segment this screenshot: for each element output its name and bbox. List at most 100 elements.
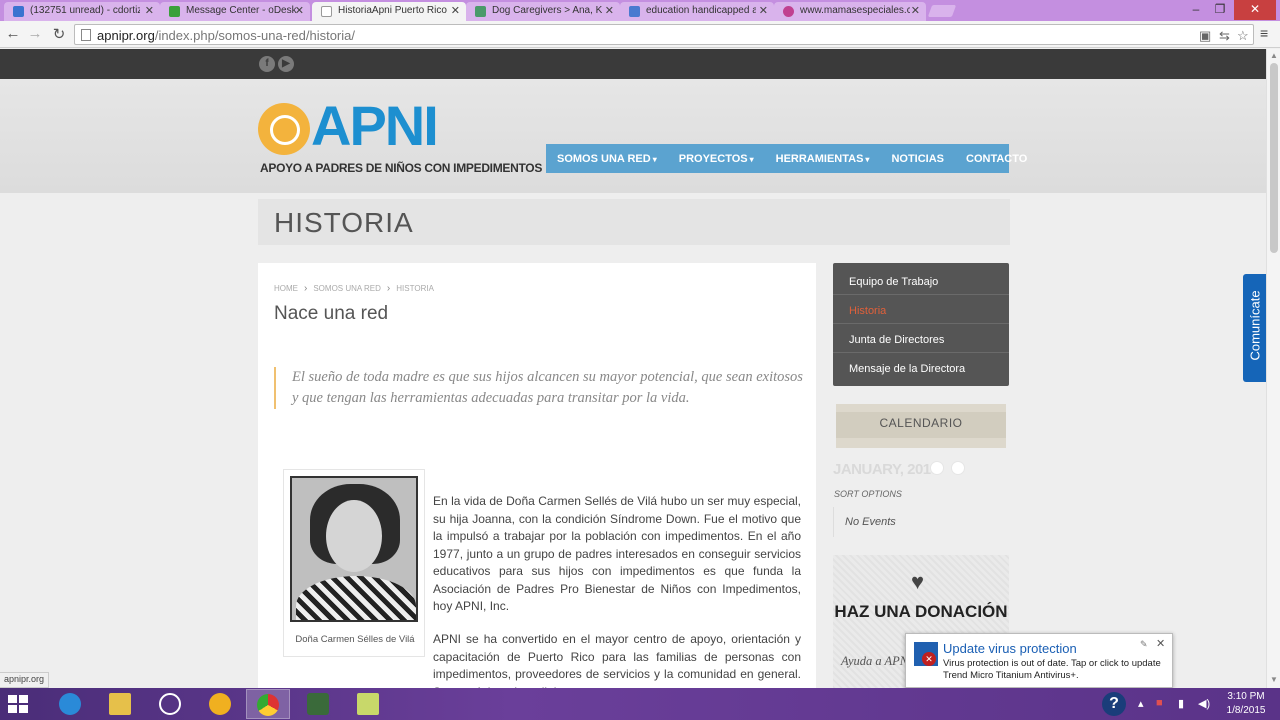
page-icon xyxy=(81,29,91,41)
hp-glyph xyxy=(159,693,181,715)
tab-label: (132751 unread) - cdortiz xyxy=(30,5,140,16)
chrome-icon[interactable] xyxy=(246,689,290,719)
calendar-next-button[interactable] xyxy=(951,461,965,475)
cloud-favicon-icon xyxy=(475,6,486,17)
breadcrumb-historia: HISTORIA xyxy=(396,284,434,293)
tab-label: Dog Caregivers > Ana, Ka xyxy=(492,5,602,16)
ie-glyph xyxy=(59,693,81,715)
antivirus-notification[interactable]: Update virus protection Virus protection… xyxy=(905,633,1173,696)
flower-app-icon[interactable] xyxy=(198,689,242,719)
calendar-month: JANUARY, 2015 xyxy=(833,461,939,478)
close-icon[interactable]: ✕ xyxy=(145,4,154,17)
photo-caption: Doña Carmen Sélles de Vilá xyxy=(295,634,415,645)
youtube-icon[interactable]: ▶ xyxy=(278,56,294,72)
photo-face xyxy=(326,500,382,572)
chevron-down-icon: ▾ xyxy=(652,154,657,164)
browser-tab[interactable]: Dog Caregivers > Ana, Ka ✕ xyxy=(466,2,620,21)
page-favicon-icon xyxy=(321,6,332,17)
browser-tab[interactable]: (132751 unread) - cdortiz ✕ xyxy=(4,2,160,21)
logo-mark-icon[interactable] xyxy=(258,103,310,155)
back-arrow-icon[interactable]: ← xyxy=(4,25,22,42)
paragraph: APNI se ha convertido en el mayor centro… xyxy=(433,632,801,688)
window-close-button[interactable]: ✕ xyxy=(1234,0,1276,20)
breadcrumb-home[interactable]: HOME xyxy=(274,284,298,293)
antivirus-tray-icon[interactable]: ■ xyxy=(1156,697,1163,720)
browser-menu-icon[interactable]: ≡ xyxy=(1260,25,1268,41)
tray-arrow-icon[interactable]: ▴ xyxy=(1138,697,1144,720)
reload-icon[interactable]: ↻ xyxy=(50,25,68,43)
browser-tab[interactable]: education handicapped a ✕ xyxy=(620,2,774,21)
close-icon[interactable]: ✕ xyxy=(451,4,460,17)
browser-tab[interactable]: www.mamasespeciales.co ✕ xyxy=(774,2,926,21)
submenu-item-junta[interactable]: Junta de Directores xyxy=(833,324,1009,353)
main-nav: SOMOS UNA RED ▾ PROYECTOS ▾ HERRAMIENTAS ▾ … xyxy=(546,144,1027,173)
url-host: apnipr.org xyxy=(97,28,155,43)
restore-button[interactable]: ❐ xyxy=(1208,0,1232,20)
close-icon[interactable]: ✕ xyxy=(605,4,614,17)
calendar-title: CALENDARIO xyxy=(879,416,963,430)
pin-icon[interactable]: ✎ xyxy=(1140,639,1148,650)
facebook-icon[interactable]: f xyxy=(259,56,275,72)
nav-item-noticias[interactable]: NOTICIAS xyxy=(880,153,955,165)
scroll-down-icon[interactable]: ▼ xyxy=(1270,675,1278,684)
close-icon[interactable]: ✕ xyxy=(911,4,920,17)
extension-icon[interactable]: ▣ xyxy=(1199,28,1211,44)
breadcrumb-somos-una-red[interactable]: SOMOS UNA RED xyxy=(313,284,381,293)
folder-glyph xyxy=(109,693,131,715)
notes-app-icon[interactable] xyxy=(346,689,390,719)
nav-label: HERRAMIENTAS xyxy=(775,152,864,165)
internet-explorer-icon[interactable] xyxy=(48,689,92,719)
url-path: /index.php/somos-una-red/historia/ xyxy=(154,28,355,43)
submenu-item-historia[interactable]: Historia xyxy=(833,295,1009,324)
heart-icon: ♥ xyxy=(911,569,925,594)
submenu-item-mensaje[interactable]: Mensaje de la Directora xyxy=(833,353,1009,382)
clock-date: 1/8/2015 xyxy=(1226,705,1266,716)
scroll-thumb[interactable] xyxy=(1270,63,1278,253)
url-text[interactable]: apnipr.org/index.php/somos-una-red/histo… xyxy=(97,28,355,43)
minimize-button[interactable]: – xyxy=(1184,0,1208,20)
taskbar-clock[interactable]: 3:10 PM 1/8/2015 xyxy=(1221,690,1271,718)
sort-options-link[interactable]: SORT OPTIONS xyxy=(834,489,902,499)
browser-tab-active[interactable]: HistoriaApni Puerto Rico ✕ xyxy=(312,2,466,21)
notification-title[interactable]: Update virus protection xyxy=(943,641,1077,656)
hp-icon[interactable] xyxy=(148,689,192,719)
new-tab-button[interactable] xyxy=(927,5,957,17)
browser-tab[interactable]: Message Center - oDesk ✕ xyxy=(160,2,310,21)
shield-warning-icon xyxy=(914,642,938,666)
section-submenu: Equipo de Trabajo Historia Junta de Dire… xyxy=(833,263,1009,386)
forward-arrow-icon[interactable]: → xyxy=(26,25,44,42)
address-bar[interactable]: apnipr.org/index.php/somos-una-red/histo… xyxy=(74,24,1254,45)
bookmark-star-icon[interactable]: ☆ xyxy=(1237,28,1249,44)
chevron-right-icon: › xyxy=(304,283,308,294)
windows-start-icon[interactable] xyxy=(8,695,28,713)
help-icon[interactable]: ? xyxy=(1102,692,1126,716)
translate-icon[interactable]: ⇆ xyxy=(1219,28,1230,44)
page-viewport: f ▶ APNI APOYO A PADRES DE NIÑOS CON IMP… xyxy=(0,49,1266,688)
nav-item-proyectos[interactable]: PROYECTOS ▾ xyxy=(668,153,765,165)
file-explorer-icon[interactable] xyxy=(98,689,142,719)
submenu-item-equipo[interactable]: Equipo de Trabajo xyxy=(833,266,1009,295)
nav-item-somos-una-red[interactable]: SOMOS UNA RED ▾ xyxy=(546,153,668,165)
no-events-text: No Events xyxy=(833,507,1009,537)
logo-text[interactable]: APNI xyxy=(311,93,439,158)
nav-item-contacto[interactable]: CONTACTO xyxy=(955,153,1038,165)
camtasia-icon[interactable] xyxy=(296,689,340,719)
comunicate-tab[interactable]: Comunícate xyxy=(1243,274,1266,382)
nav-item-herramientas[interactable]: HERRAMIENTAS ▾ xyxy=(765,153,881,165)
scroll-up-icon[interactable]: ▲ xyxy=(1270,51,1278,60)
notification-body[interactable]: Virus protection is out of date. Tap or … xyxy=(943,658,1173,682)
close-icon[interactable]: ✕ xyxy=(295,4,304,17)
clock-time: 3:10 PM xyxy=(1227,691,1265,702)
portrait-figure: Doña Carmen Sélles de Vilá xyxy=(283,469,425,657)
chrome-glyph xyxy=(257,694,279,716)
volume-icon[interactable]: ◀) xyxy=(1198,697,1210,720)
chevron-down-icon: ▾ xyxy=(865,154,870,164)
network-icon[interactable]: ▮ xyxy=(1178,697,1184,720)
nav-label: PROYECTOS xyxy=(678,152,748,165)
flower-glyph xyxy=(209,693,231,715)
close-icon[interactable]: ✕ xyxy=(1156,637,1165,650)
site-header: APNI APOYO A PADRES DE NIÑOS CON IMPEDIM… xyxy=(0,79,1266,193)
page-scrollbar[interactable]: ▲ ▼ xyxy=(1266,49,1280,688)
calendar-prev-button[interactable] xyxy=(930,461,944,475)
close-icon[interactable]: ✕ xyxy=(759,4,768,17)
